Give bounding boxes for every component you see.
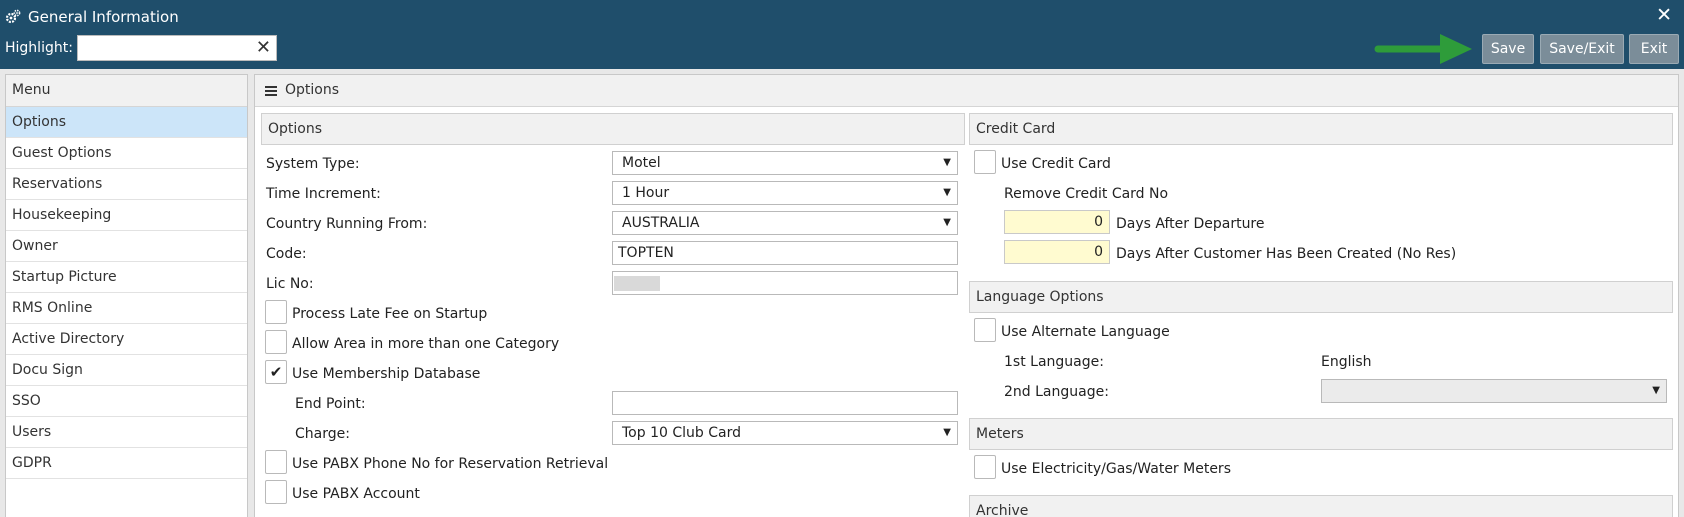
highlight-field[interactable]: ✕ <box>77 35 277 61</box>
save-button[interactable]: Save <box>1482 34 1534 64</box>
pabx-phone-checkbox[interactable] <box>265 450 287 474</box>
system-type-value: Motel <box>622 155 661 171</box>
system-type-label: System Type: <box>266 156 360 172</box>
use-alt-language-checkbox[interactable] <box>974 318 996 342</box>
time-increment-select[interactable]: 1 Hour ▼ <box>612 181 958 205</box>
language-section-header: Language Options <box>969 281 1673 313</box>
hamburger-icon[interactable] <box>265 86 277 96</box>
use-meters-checkbox[interactable] <box>974 455 996 479</box>
country-select[interactable]: AUSTRALIA ▼ <box>612 211 958 235</box>
menu-item-users[interactable]: Users <box>6 417 247 448</box>
remove-credit-card-label: Remove Credit Card No <box>1004 186 1169 202</box>
charge-label: Charge: <box>295 426 350 442</box>
lic-no-input[interactable] <box>612 271 958 295</box>
days-after-created-label: Days After Customer Has Been Created (No… <box>1116 246 1457 262</box>
time-increment-value: 1 Hour <box>622 185 670 201</box>
process-late-fee-label: Process Late Fee on Startup <box>292 306 488 322</box>
archive-section-header: Archive <box>969 495 1673 517</box>
first-language-label: 1st Language: <box>1004 354 1104 370</box>
days-after-created-input[interactable]: 0 <box>1004 240 1110 264</box>
content-header: Options <box>255 75 1678 107</box>
end-point-label: End Point: <box>295 396 366 412</box>
menu-item-gdpr[interactable]: GDPR <box>6 448 247 479</box>
exit-button[interactable]: Exit <box>1629 34 1679 64</box>
highlight-label: Highlight: <box>5 40 73 56</box>
menu-item-startup-picture[interactable]: Startup Picture <box>6 262 247 293</box>
use-membership-label: Use Membership Database <box>292 366 481 382</box>
dropdown-caret-icon: ▼ <box>943 157 951 168</box>
use-alt-language-label: Use Alternate Language <box>1001 324 1170 340</box>
clear-icon[interactable]: ✕ <box>256 37 271 59</box>
days-after-departure-label: Days After Departure <box>1116 216 1265 232</box>
end-point-input[interactable] <box>612 391 958 415</box>
code-label: Code: <box>266 246 307 262</box>
pabx-phone-label: Use PABX Phone No for Reservation Retrie… <box>292 456 609 472</box>
content-title: Options <box>285 82 340 98</box>
first-language-value: English <box>1321 354 1372 370</box>
system-type-select[interactable]: Motel ▼ <box>612 151 958 175</box>
meters-section-header: Meters <box>969 418 1673 450</box>
credit-card-section-header: Credit Card <box>969 113 1673 145</box>
allow-area-checkbox[interactable] <box>265 330 287 354</box>
country-label: Country Running From: <box>266 216 428 232</box>
dropdown-caret-icon: ▼ <box>943 217 951 228</box>
days-after-departure-input[interactable]: 0 <box>1004 210 1110 234</box>
menu-header: Menu <box>6 75 247 107</box>
code-input[interactable]: TOPTEN <box>612 241 958 265</box>
close-icon[interactable]: ✕ <box>1656 5 1672 25</box>
title-bar: General Information ✕ Highlight: ✕ Save … <box>0 0 1684 69</box>
second-language-label: 2nd Language: <box>1004 384 1109 400</box>
menu-item-reservations[interactable]: Reservations <box>6 169 247 200</box>
lic-no-label: Lic No: <box>266 276 314 292</box>
pabx-account-label: Use PABX Account <box>292 486 420 502</box>
second-language-select[interactable]: ▼ <box>1321 379 1667 403</box>
menu-item-owner[interactable]: Owner <box>6 231 247 262</box>
dropdown-caret-icon: ▼ <box>943 187 951 198</box>
use-meters-label: Use Electricity/Gas/Water Meters <box>1001 461 1231 477</box>
window-title: General Information <box>28 8 179 26</box>
use-membership-checkbox[interactable]: ✔ <box>265 360 287 384</box>
menu-item-sso[interactable]: SSO <box>6 386 247 417</box>
menu-item-rms-online[interactable]: RMS Online <box>6 293 247 324</box>
redacted-value <box>614 276 660 291</box>
charge-select[interactable]: Top 10 Club Card ▼ <box>612 421 958 445</box>
charge-value: Top 10 Club Card <box>622 425 741 441</box>
process-late-fee-checkbox[interactable] <box>265 300 287 324</box>
use-credit-card-label: Use Credit Card <box>1001 156 1111 172</box>
dropdown-caret-icon: ▼ <box>1652 385 1660 396</box>
menu-item-active-directory[interactable]: Active Directory <box>6 324 247 355</box>
time-increment-label: Time Increment: <box>266 186 381 202</box>
options-section-header: Options <box>261 113 965 145</box>
dropdown-caret-icon: ▼ <box>943 427 951 438</box>
menu-item-options[interactable]: Options <box>6 107 247 138</box>
use-credit-card-checkbox[interactable] <box>974 150 996 174</box>
pabx-account-checkbox[interactable] <box>265 480 287 504</box>
highlight-input[interactable] <box>80 38 250 58</box>
gears-icon <box>5 9 21 24</box>
content-panel: Options Options System Type: Motel ▼ Tim… <box>254 74 1679 517</box>
allow-area-label: Allow Area in more than one Category <box>292 336 560 352</box>
menu-item-housekeeping[interactable]: Housekeeping <box>6 200 247 231</box>
menu-item-guest-options[interactable]: Guest Options <box>6 138 247 169</box>
country-value: AUSTRALIA <box>622 215 700 231</box>
menu-item-docu-sign[interactable]: Docu Sign <box>6 355 247 386</box>
green-arrow-icon <box>1374 34 1472 64</box>
side-menu: Menu Options Guest Options Reservations … <box>5 74 248 517</box>
save-exit-button[interactable]: Save/Exit <box>1540 34 1624 64</box>
